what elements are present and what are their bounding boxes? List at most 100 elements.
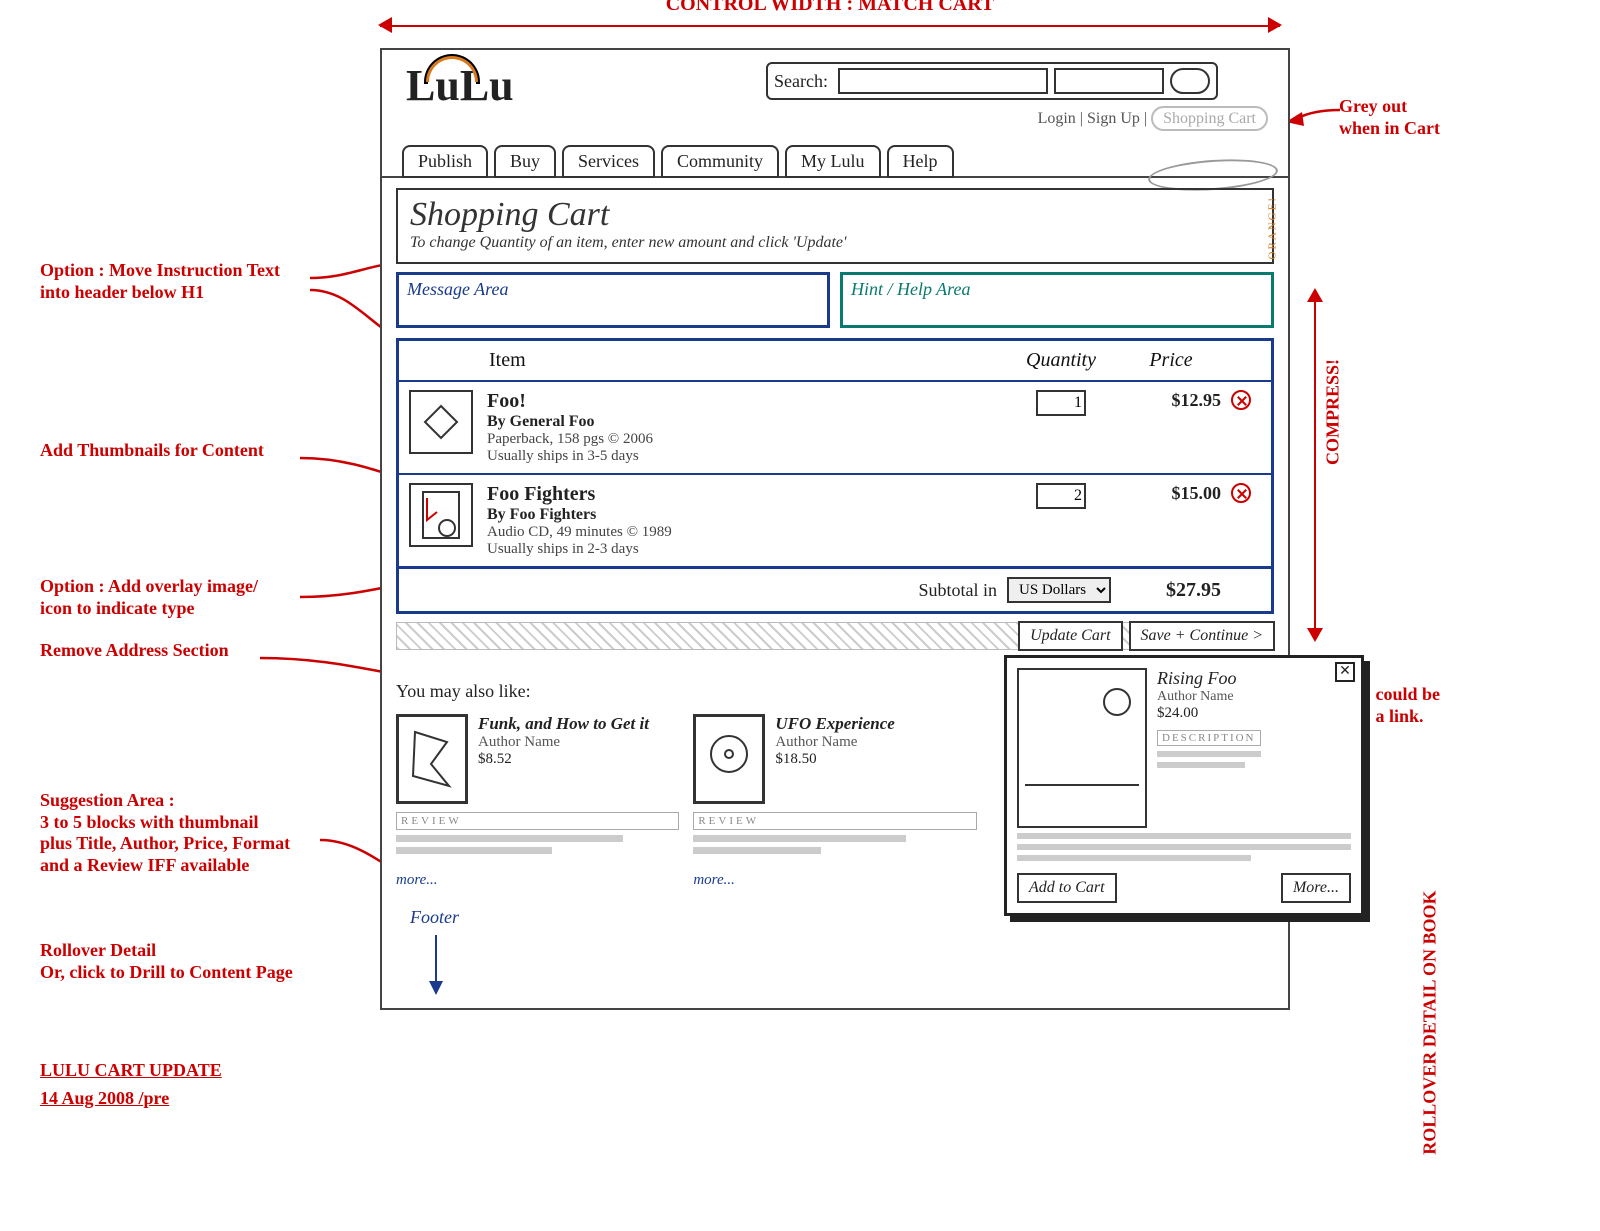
popup-title: Rising Foo — [1157, 668, 1261, 689]
header: LuLu Search: Login | Sign Up | Shopping … — [382, 50, 1288, 178]
message-area: Message Area — [396, 272, 830, 328]
item-price: $15.00 — [1121, 483, 1221, 504]
cart-row: Foo! By General Foo Paperback, 158 pgs ©… — [399, 380, 1271, 473]
remove-icon — [1231, 390, 1251, 410]
item-title[interactable]: Foo! — [487, 390, 1001, 413]
close-icon: ✕ — [1339, 664, 1351, 679]
suggestion-price: $8.52 — [478, 751, 649, 768]
anno-could-link: could be a link. — [1375, 684, 1440, 727]
subtotal-label: Subtotal in — [918, 580, 997, 601]
suggestion-thumbnail — [396, 714, 468, 804]
dimension-label-top: CONTROL WIDTH : MATCH CART — [380, 0, 1280, 16]
suggestion-thumbnail — [693, 714, 765, 804]
signup-link[interactable]: Sign Up — [1087, 110, 1140, 127]
item-author: By General Foo — [487, 413, 1001, 431]
login-link[interactable]: Login — [1038, 110, 1076, 127]
review-bars-icon — [693, 835, 976, 854]
logo: LuLu — [406, 60, 526, 111]
search-go-button[interactable] — [1170, 68, 1210, 94]
tab-buy[interactable]: Buy — [494, 145, 556, 178]
footer-label: Footer — [410, 907, 1274, 928]
item-meta: Paperback, 158 pgs © 2006 — [487, 431, 1001, 448]
suggestion-more-link[interactable]: more... — [693, 872, 976, 889]
tab-services[interactable]: Services — [562, 145, 655, 178]
description-bars-icon — [1017, 833, 1351, 861]
review-label: REVIEW — [693, 812, 976, 830]
tab-community[interactable]: Community — [661, 145, 779, 178]
hint-area: Hint / Help Area — [840, 272, 1274, 328]
page-instruction: To change Quantity of an item, enter new… — [410, 234, 1260, 252]
anno-rollover-side: ROLLOVER DETAIL ON BOOK — [1420, 891, 1441, 1155]
cd-icon — [421, 490, 461, 540]
qty-input[interactable] — [1036, 390, 1086, 416]
item-price: $12.95 — [1121, 390, 1221, 411]
main-tabs: Publish Buy Services Community My Lulu H… — [402, 145, 954, 178]
remove-button[interactable] — [1221, 390, 1261, 416]
dimension-label-right: COMPRESS! — [1323, 359, 1344, 465]
popup-thumbnail — [1017, 668, 1147, 828]
subtotal-value: $27.95 — [1121, 579, 1221, 602]
suggestion-card[interactable]: UFO Experience Author Name $18.50 REVIEW… — [693, 714, 976, 889]
item-thumbnail — [409, 483, 473, 547]
item-meta: Audio CD, 49 minutes © 1989 — [487, 524, 1001, 541]
page-title: Shopping Cart — [410, 196, 1260, 234]
item-title[interactable]: Foo Fighters — [487, 483, 1001, 506]
item-shipping: Usually ships in 3-5 days — [487, 448, 1001, 465]
tab-mylulu[interactable]: My Lulu — [785, 145, 881, 178]
suggestion-more-link[interactable]: more... — [396, 872, 679, 889]
currency-select[interactable]: US Dollars — [1007, 577, 1111, 603]
anno-thumbnails: Add Thumbnails for Content — [40, 440, 264, 462]
page-title-box: Shopping Cart To change Quantity of an i… — [396, 188, 1274, 264]
popup-author: Author Name — [1157, 689, 1261, 705]
review-bars-icon — [396, 835, 679, 854]
tab-help[interactable]: Help — [887, 145, 954, 178]
search-label: Search: — [774, 71, 828, 92]
diamond-icon — [422, 403, 460, 441]
anno-remove-address: Remove Address Section — [40, 640, 229, 662]
popup-close-button[interactable]: ✕ — [1335, 662, 1355, 682]
anno-instruction: Option : Move Instruction Text into head… — [40, 260, 280, 303]
col-qty: Quantity — [1001, 349, 1121, 372]
suggestion-author: Author Name — [478, 734, 649, 751]
suggestion-price: $18.50 — [775, 751, 894, 768]
popup-price: $24.00 — [1157, 705, 1261, 722]
cart-row: Foo Fighters By Foo Fighters Audio CD, 4… — [399, 473, 1271, 566]
popup-more-button[interactable]: More... — [1281, 873, 1351, 903]
search-category[interactable] — [1054, 68, 1164, 94]
anno-greyout: Grey out when in Cart — [1339, 96, 1440, 139]
search-bar: Search: — [766, 62, 1218, 100]
orange-tag: ORANGE! — [1266, 196, 1278, 260]
page-frame: LuLu Search: Login | Sign Up | Shopping … — [380, 48, 1290, 1010]
review-label: REVIEW — [396, 812, 679, 830]
save-continue-button[interactable]: Save + Continue > — [1129, 621, 1275, 651]
cart-table: Item Quantity Price Foo! By General Foo … — [396, 338, 1274, 614]
sun-icon — [1103, 688, 1131, 716]
anno-overlay: Option : Add overlay image/ icon to indi… — [40, 576, 258, 619]
col-price: Price — [1121, 349, 1221, 372]
qty-input[interactable] — [1036, 483, 1086, 509]
suggestion-title: Funk, and How to Get it — [478, 714, 649, 734]
rollover-popup: ✕ Rising Foo Author Name $24.00 DESCRIPT… — [1004, 655, 1364, 916]
user-links: Login | Sign Up | Shopping Cart — [1038, 110, 1268, 128]
cart-link[interactable]: Shopping Cart — [1151, 106, 1268, 131]
item-shipping: Usually ships in 2-3 days — [487, 541, 1001, 558]
suggestions-header: You may also like: — [396, 681, 531, 702]
popup-add-to-cart-button[interactable]: Add to Cart — [1017, 873, 1117, 903]
suggestion-card[interactable]: Funk, and How to Get it Author Name $8.5… — [396, 714, 679, 889]
ufo-icon — [704, 724, 754, 794]
anno-footer-title: LULU CART UPDATE — [40, 1060, 222, 1082]
book-icon — [407, 724, 457, 794]
col-item: Item — [489, 349, 1001, 372]
dimension-arrow-top: CONTROL WIDTH : MATCH CART — [380, 15, 1280, 35]
dimension-arrow-right: COMPRESS! — [1305, 290, 1325, 640]
remove-button[interactable] — [1221, 483, 1261, 509]
down-arrow-icon — [426, 935, 446, 1000]
anno-suggestion-area: Suggestion Area : 3 to 5 blocks with thu… — [40, 790, 290, 876]
tab-publish[interactable]: Publish — [402, 145, 488, 178]
removed-address-area: Update Cart Save + Continue > — [396, 622, 1274, 650]
item-thumbnail — [409, 390, 473, 454]
search-input[interactable] — [838, 68, 1048, 94]
suggestion-author: Author Name — [775, 734, 894, 751]
update-cart-button[interactable]: Update Cart — [1018, 621, 1122, 651]
remove-icon — [1231, 483, 1251, 503]
